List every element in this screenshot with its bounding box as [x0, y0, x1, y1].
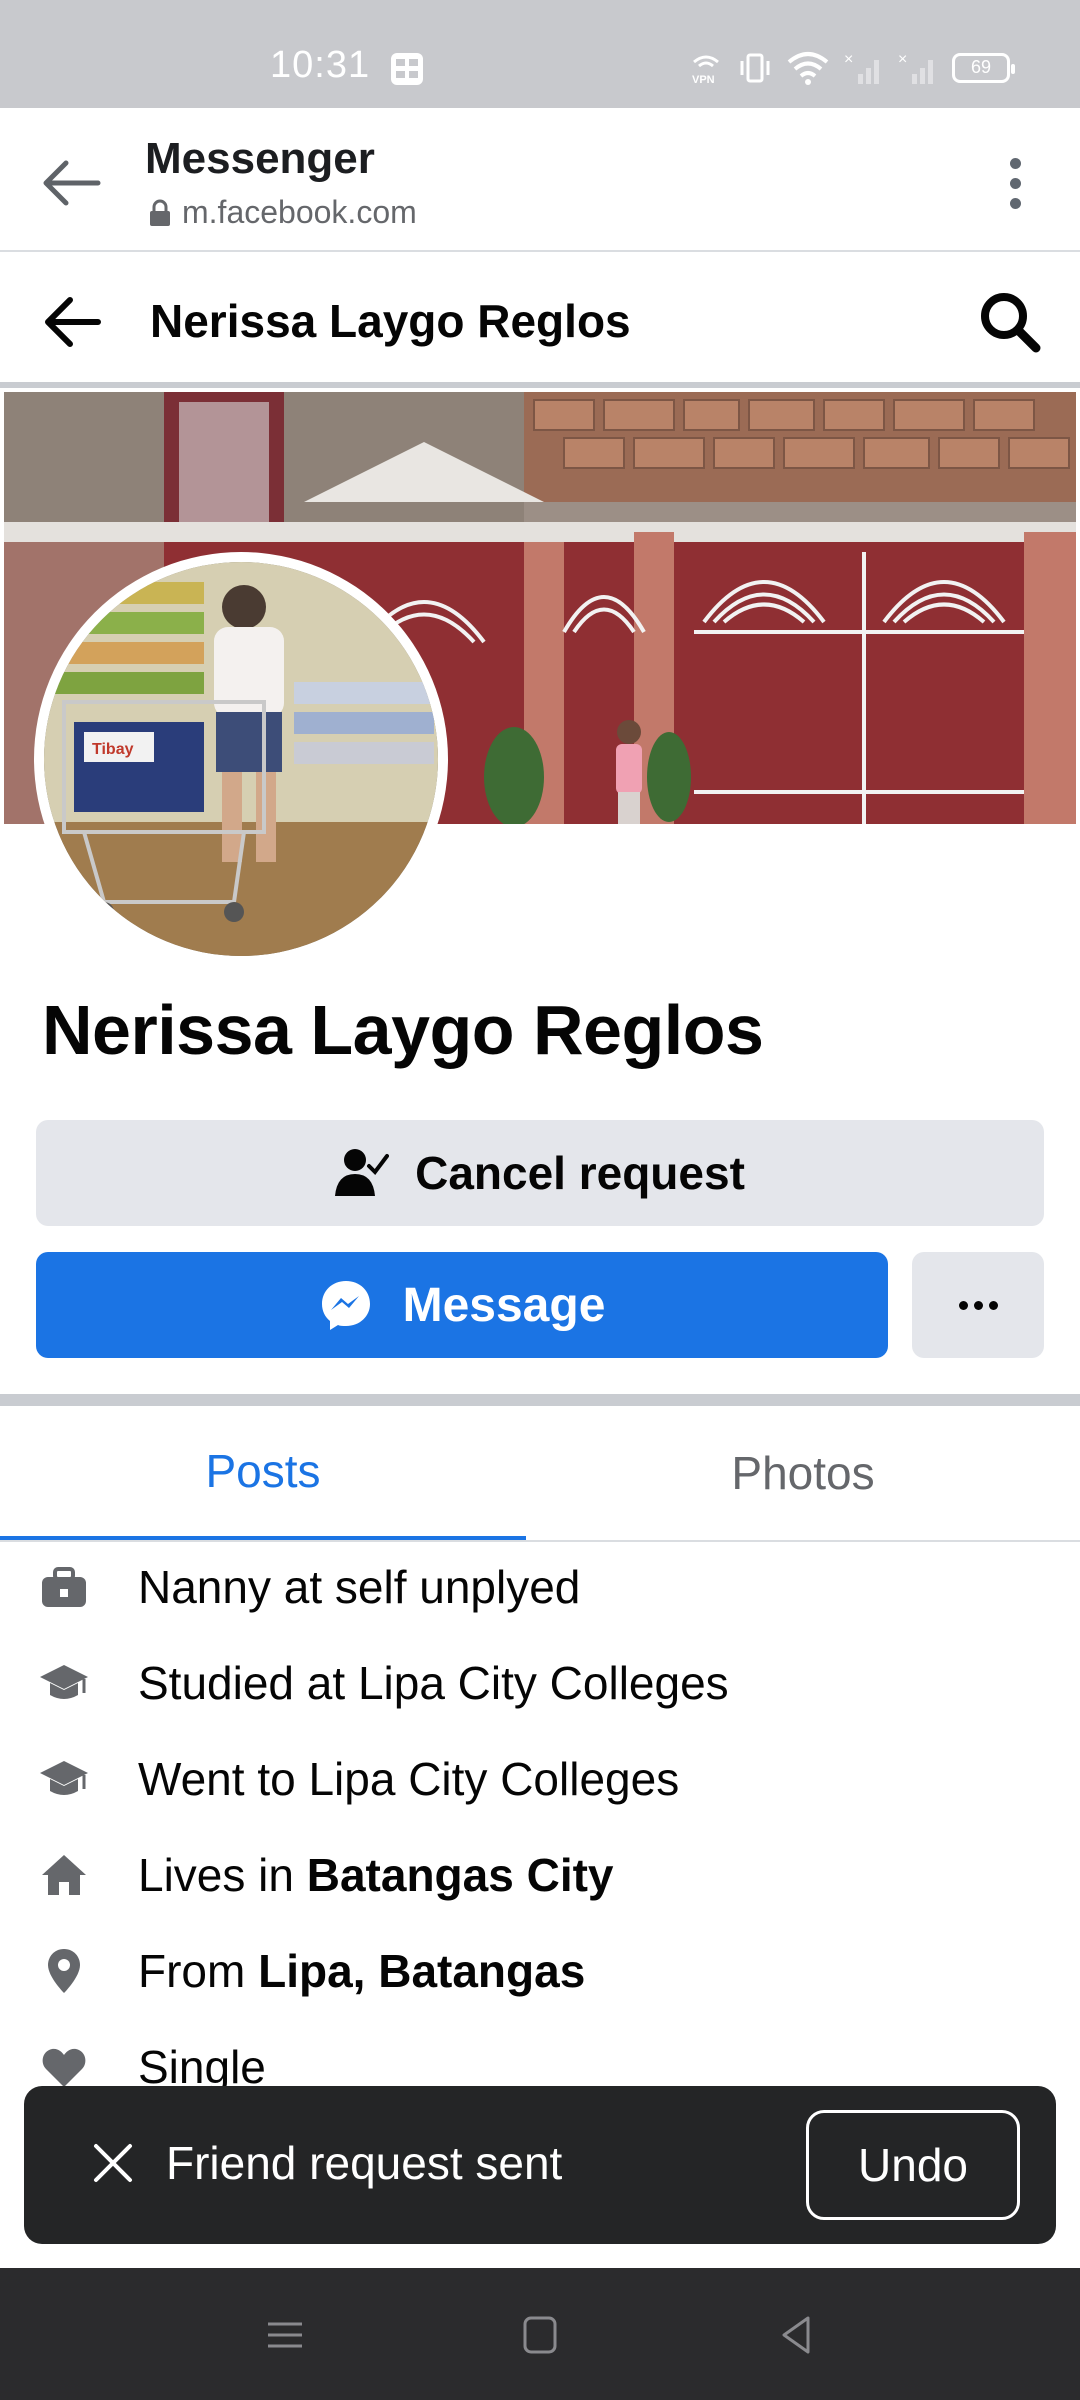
graduation-cap-icon — [40, 1665, 88, 1699]
svg-text:×: × — [844, 51, 853, 68]
home-icon — [42, 1855, 86, 1895]
intro-text: Went to Lipa City Colleges — [138, 1753, 680, 1805]
intro-item-hometown: From Lipa, Batangas — [0, 1926, 1080, 2016]
wifi-icon — [787, 52, 829, 85]
overflow-menu-icon[interactable] — [990, 148, 1040, 218]
intro-text: Nanny at self unplyed — [138, 1561, 581, 1613]
intro-item-education: Went to Lipa City Colleges — [0, 1734, 1080, 1824]
cancel-request-button[interactable]: Cancel request — [36, 1120, 1044, 1226]
system-nav-bar — [0, 2268, 1080, 2400]
vpn-icon: VPN — [692, 55, 719, 86]
intro-list: Nanny at self unplyed Studied at Lipa Ci… — [0, 1542, 1080, 2102]
vibrate-icon — [740, 53, 770, 83]
browser-back-icon[interactable] — [38, 150, 104, 216]
profile-name: Nerissa Laygo Reglos — [42, 991, 764, 1069]
snackbar: Friend request sent Undo — [24, 2086, 1056, 2244]
browser-url-row[interactable]: m.facebook.com — [148, 194, 417, 231]
signal-off-icon: × — [898, 51, 933, 84]
avatar-cart-sign: Tibay — [92, 741, 134, 758]
intro-text: Lives in Batangas City — [138, 1848, 614, 1902]
intro-text-prefix: Lives in — [138, 1849, 307, 1901]
home-square-icon[interactable] — [515, 2310, 565, 2360]
header-title: Nerissa Laygo Reglos — [150, 295, 631, 347]
svg-text:VPN: VPN — [692, 74, 715, 86]
grid-app-icon — [391, 53, 423, 85]
browser-url: m.facebook.com — [182, 194, 417, 230]
battery-icon: 69 — [952, 53, 1015, 83]
lock-icon — [150, 199, 170, 226]
close-icon[interactable] — [90, 2140, 136, 2186]
more-options-button[interactable] — [912, 1252, 1044, 1358]
intro-text-bold[interactable]: Lipa, Batangas — [258, 1945, 585, 1997]
intro-text: Studied at Lipa City Colleges — [138, 1657, 729, 1709]
avatar-image: Tibay — [44, 562, 438, 956]
location-pin-icon — [48, 1949, 80, 1993]
browser-bar: Messenger m.facebook.com — [0, 108, 1080, 252]
back-arrow-icon[interactable] — [40, 292, 106, 352]
intro-item-work: Nanny at self unplyed — [0, 1542, 1080, 1632]
graduation-cap-icon — [40, 1761, 88, 1795]
intro-text-prefix: From — [138, 1945, 259, 1997]
briefcase-icon — [42, 1567, 86, 1607]
status-time: 10:31 — [270, 44, 371, 86]
intro-text: From Lipa, Batangas — [138, 1944, 585, 1998]
intro-item-current-city: Lives in Batangas City — [0, 1830, 1080, 1920]
message-button[interactable]: Message — [36, 1252, 888, 1358]
menu-icon[interactable] — [260, 2310, 310, 2360]
cancel-request-label: Cancel request — [415, 1147, 745, 1199]
message-label: Message — [402, 1278, 606, 1332]
snackbar-message: Friend request sent — [166, 2137, 563, 2189]
signal-off-icon: × — [844, 51, 879, 84]
battery-level: 69 — [970, 57, 992, 77]
tab-posts[interactable]: Posts — [0, 1406, 526, 1540]
status-bar: 10:31 VPN × × 69 — [0, 0, 1080, 108]
back-triangle-icon[interactable] — [772, 2310, 822, 2360]
section-divider — [0, 1394, 1080, 1406]
friend-pending-icon — [335, 1149, 390, 1196]
profile-tabs: Posts Photos — [0, 1406, 1080, 1542]
undo-button[interactable]: Undo — [806, 2110, 1020, 2220]
more-dots-icon — [958, 1300, 998, 1310]
browser-title: Messenger — [145, 134, 375, 183]
profile-avatar[interactable]: Tibay — [34, 552, 448, 966]
search-icon[interactable] — [976, 288, 1042, 354]
intro-text-bold[interactable]: Batangas City — [307, 1849, 614, 1901]
messenger-icon — [321, 1281, 370, 1330]
tab-photos[interactable]: Photos — [540, 1406, 1066, 1540]
intro-item-education: Studied at Lipa City Colleges — [0, 1638, 1080, 1728]
profile-header: Nerissa Laygo Reglos — [0, 254, 1080, 388]
svg-text:×: × — [898, 51, 907, 68]
